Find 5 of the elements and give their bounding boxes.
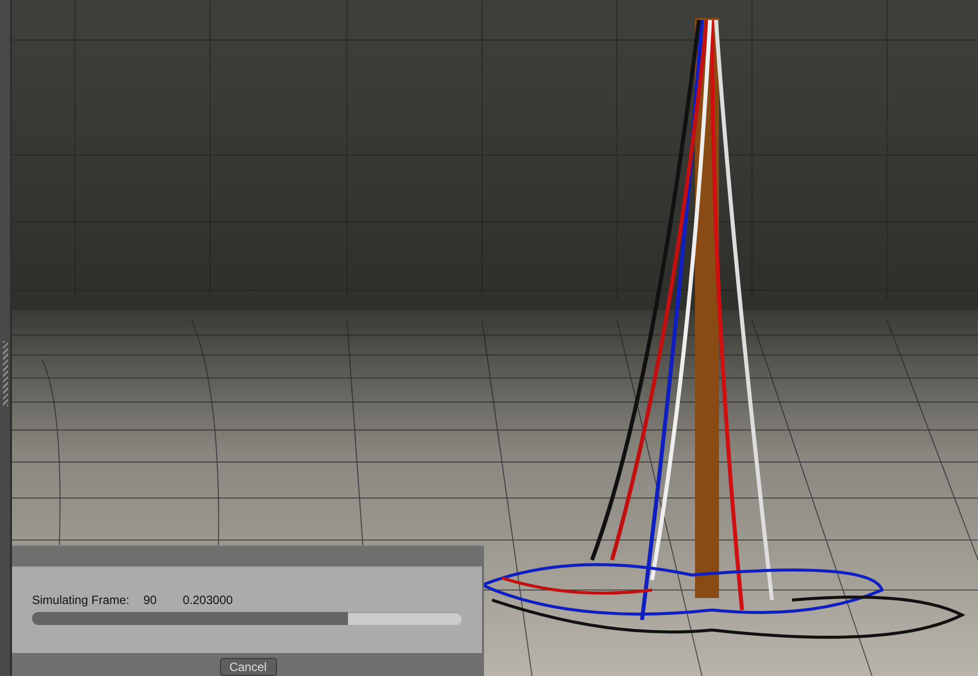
progress-value: 0.203000	[182, 593, 233, 607]
cancel-button[interactable]: Cancel	[220, 658, 276, 676]
resize-grip-icon[interactable]	[3, 340, 8, 406]
frame-number: 90	[143, 593, 157, 607]
status-label: Simulating Frame:	[32, 593, 130, 607]
